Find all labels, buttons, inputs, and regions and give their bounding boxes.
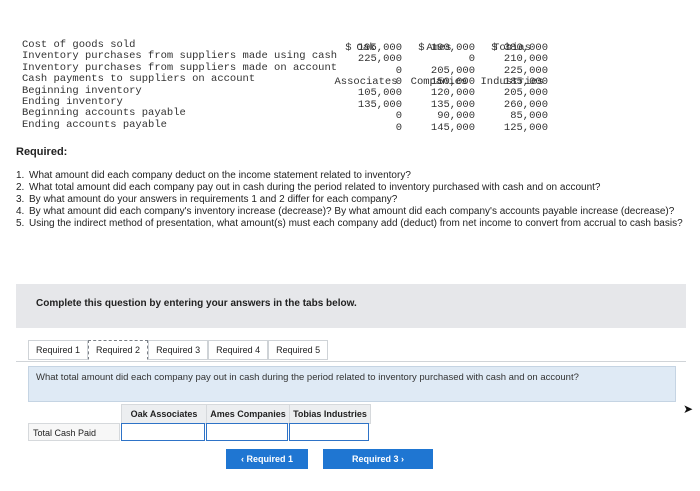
cell: 125,000	[503, 121, 548, 134]
row-label: Ending accounts payable	[22, 118, 167, 131]
chevron-right-icon: ›	[401, 454, 405, 464]
cell: 85,000	[510, 110, 548, 123]
cell: 0	[395, 110, 402, 123]
list-item: 2. What total amount did each company pa…	[16, 182, 601, 193]
tab-required-2[interactable]: Required 2	[88, 340, 149, 360]
ames-total-cash-input[interactable]	[206, 423, 288, 441]
answer-header-tobias: Tobias Industries	[289, 404, 371, 424]
column-ames: Ames Companies $ 190,000 0 205,000 150,0…	[403, 20, 475, 134]
cell: 90,000	[437, 110, 475, 123]
answer-header-oak: Oak Associates	[121, 404, 207, 424]
question-text: What total amount did each company pay o…	[36, 372, 579, 383]
column-tobias: Tobias Industries $ 380,000 210,000 225,…	[476, 20, 548, 134]
answer-row-label: Total Cash Paid	[28, 423, 120, 441]
instruction-text: Complete this question by entering your …	[36, 298, 357, 309]
tab-required-1[interactable]: Required 1	[28, 340, 89, 360]
list-item: 3. By what amount do your answers in req…	[16, 194, 398, 205]
list-item: 5. Using the indirect method of presenta…	[16, 218, 683, 229]
cell: 225,000	[357, 53, 402, 66]
cell: 210,000	[503, 53, 548, 66]
data-row-labels: Cost of goods sold Inventory purchases f…	[22, 39, 337, 131]
tab-required-5[interactable]: Required 5	[268, 340, 329, 360]
tab-required-4[interactable]: Required 4	[208, 340, 269, 360]
cell: 135,000	[357, 98, 402, 111]
requirements-list: 1. What amount did each company deduct o…	[16, 170, 686, 230]
chevron-left-icon: ‹	[240, 454, 244, 464]
requirement-tabs: Required 1 Required 2 Required 3 Require…	[28, 340, 329, 360]
prev-required-button[interactable]: ‹ Required 1	[226, 449, 308, 469]
row-label: Cash payments to suppliers on account	[22, 73, 256, 86]
cell: 0	[395, 121, 402, 134]
cell: 0	[468, 53, 475, 66]
answer-header-ames: Ames Companies	[206, 404, 290, 424]
list-item: 1. What amount did each company deduct o…	[16, 170, 411, 181]
next-required-button[interactable]: Required 3 ›	[323, 449, 433, 469]
required-heading: Required:	[16, 146, 68, 158]
tobias-total-cash-input[interactable]	[289, 423, 369, 441]
tab-divider	[16, 361, 686, 362]
column-oak: Oak Associates $ 195,000 225,000 0 0 105…	[330, 20, 402, 134]
mouse-cursor-icon: ➤	[683, 402, 694, 416]
list-item: 4. By what amount did each company's inv…	[16, 206, 675, 217]
oak-total-cash-input[interactable]	[121, 423, 205, 441]
cell: 145,000	[430, 121, 475, 134]
tab-required-3[interactable]: Required 3	[148, 340, 209, 360]
cell: $ 190,000	[418, 41, 475, 54]
